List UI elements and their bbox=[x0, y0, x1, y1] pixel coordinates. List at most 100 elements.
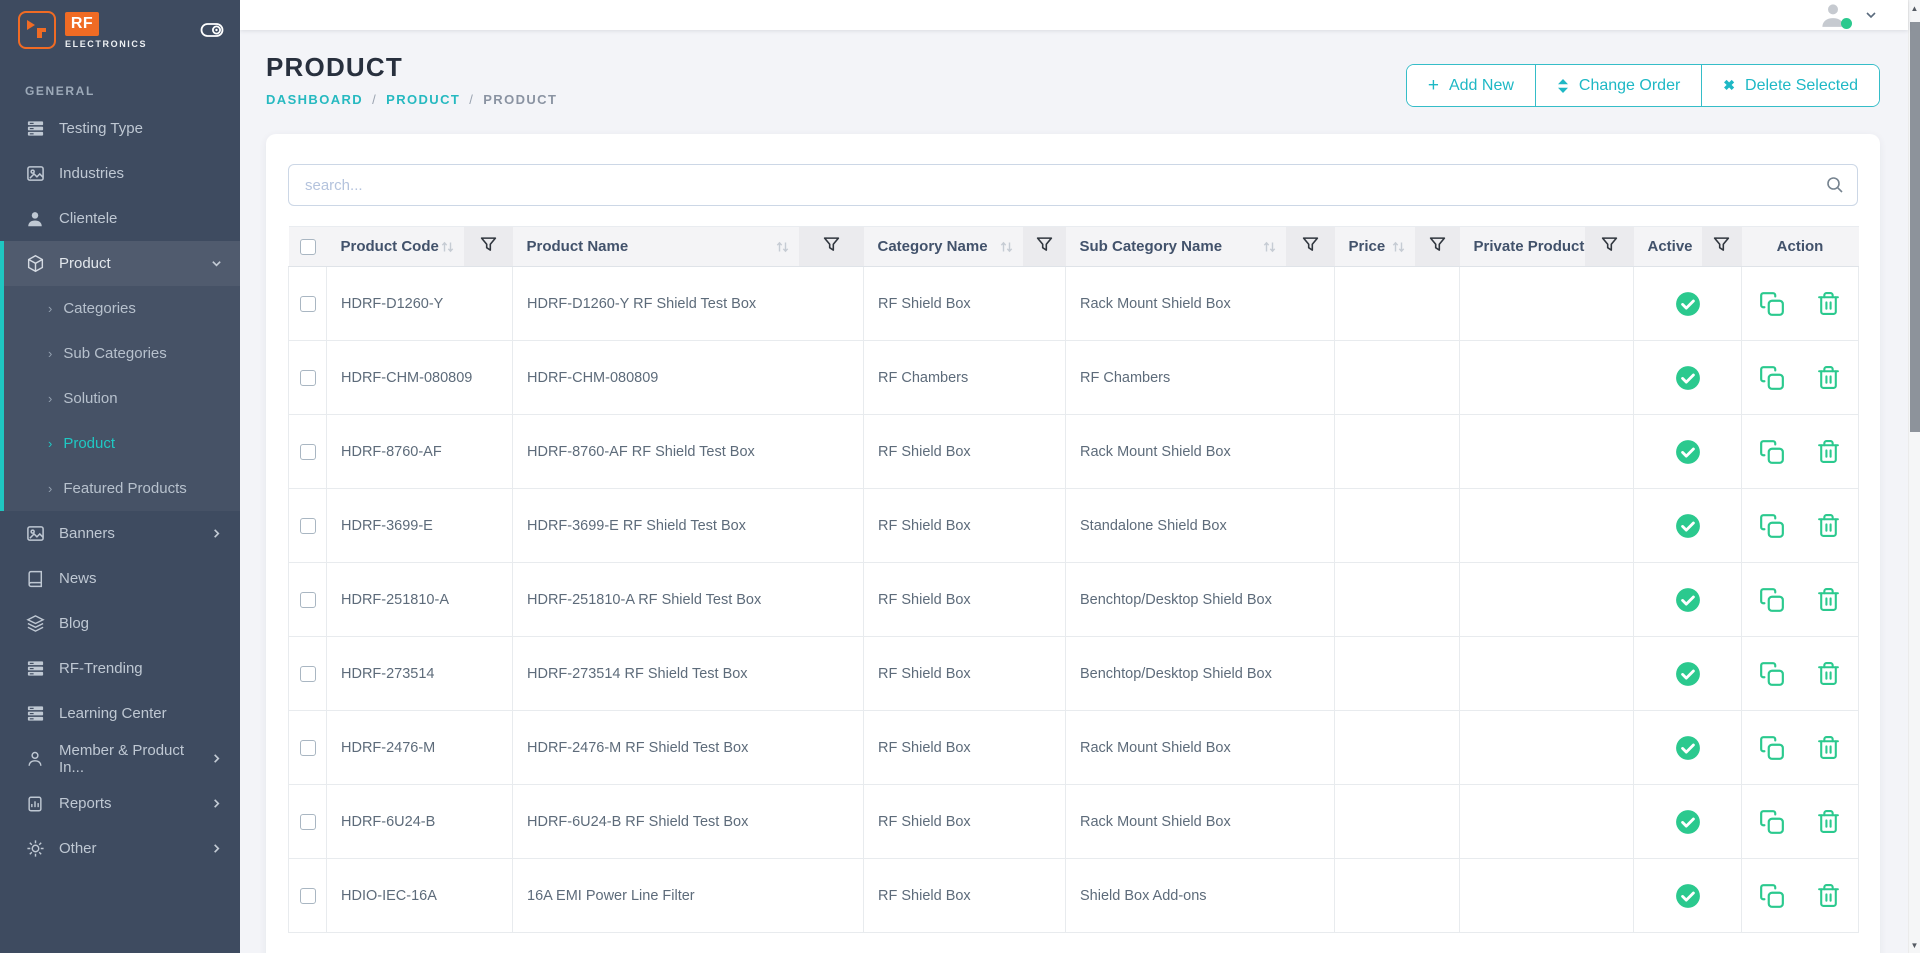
sidebar-item-blog[interactable]: Blog bbox=[0, 601, 240, 646]
filter-sub-category-name[interactable] bbox=[1286, 227, 1335, 267]
row-checkbox[interactable] bbox=[300, 592, 316, 608]
header-product-code[interactable]: Product Code bbox=[327, 227, 464, 267]
duplicate-button[interactable] bbox=[1759, 809, 1785, 835]
delete-button[interactable] bbox=[1816, 587, 1841, 612]
cell-price bbox=[1335, 785, 1460, 859]
breadcrumb-dashboard[interactable]: DASHBOARD bbox=[266, 92, 363, 107]
delete-button[interactable] bbox=[1816, 661, 1841, 686]
page-title: PRODUCT bbox=[266, 52, 557, 83]
user-menu-chevron-icon[interactable] bbox=[1864, 8, 1878, 22]
header-private-product[interactable]: Private Product bbox=[1460, 227, 1585, 267]
duplicate-button[interactable] bbox=[1759, 513, 1785, 539]
sidebar-subitem-product[interactable]: › Product bbox=[4, 421, 240, 466]
filter-category-name[interactable] bbox=[1023, 227, 1066, 267]
row-checkbox[interactable] bbox=[300, 666, 316, 682]
sort-icon[interactable] bbox=[441, 240, 464, 254]
active-check-icon[interactable] bbox=[1675, 513, 1701, 539]
delete-button[interactable] bbox=[1816, 365, 1841, 390]
header-category-name[interactable]: Category Name bbox=[864, 227, 1023, 267]
delete-button[interactable] bbox=[1816, 883, 1841, 908]
sidebar-item-industries[interactable]: Industries bbox=[0, 151, 240, 196]
active-check-icon[interactable] bbox=[1675, 439, 1701, 465]
sidebar-item-news[interactable]: News bbox=[0, 556, 240, 601]
cell-product-name: HDRF-D1260-Y RF Shield Test Box bbox=[513, 267, 864, 341]
sidebar-subitem-solution[interactable]: › Solution bbox=[4, 376, 240, 421]
cell-action bbox=[1742, 415, 1859, 489]
add-new-button[interactable]: + Add New bbox=[1407, 65, 1535, 106]
filter-price[interactable] bbox=[1415, 227, 1460, 267]
sidebar-item-clientele[interactable]: Clientele bbox=[0, 196, 240, 241]
header-product-name[interactable]: Product Name bbox=[513, 227, 799, 267]
cell-private-product bbox=[1460, 859, 1634, 933]
sidebar-item-banners[interactable]: Banners bbox=[0, 511, 240, 556]
scrollbar-thumb[interactable] bbox=[1910, 22, 1920, 432]
sidebar-item-product[interactable]: Product bbox=[4, 241, 240, 286]
active-check-icon[interactable] bbox=[1675, 587, 1701, 613]
sidebar-item-label: News bbox=[59, 570, 97, 587]
filter-active[interactable] bbox=[1702, 227, 1742, 267]
row-checkbox[interactable] bbox=[300, 888, 316, 904]
header-sub-category-name[interactable]: Sub Category Name bbox=[1066, 227, 1286, 267]
sidebar-item-learning-center[interactable]: Learning Center bbox=[0, 691, 240, 736]
active-check-icon[interactable] bbox=[1675, 809, 1701, 835]
active-check-icon[interactable] bbox=[1675, 735, 1701, 761]
sidebar-item-other[interactable]: Other bbox=[0, 826, 240, 871]
header-price[interactable]: Price bbox=[1335, 227, 1415, 267]
active-check-icon[interactable] bbox=[1675, 365, 1701, 391]
row-checkbox[interactable] bbox=[300, 814, 316, 830]
row-checkbox[interactable] bbox=[300, 740, 316, 756]
active-check-icon[interactable] bbox=[1675, 883, 1701, 909]
row-checkbox[interactable] bbox=[300, 444, 316, 460]
filter-product-code[interactable] bbox=[464, 227, 513, 267]
search-icon[interactable] bbox=[1826, 176, 1844, 199]
row-checkbox-cell bbox=[289, 415, 327, 489]
search-input[interactable] bbox=[288, 164, 1858, 206]
delete-button[interactable] bbox=[1816, 735, 1841, 760]
duplicate-button[interactable] bbox=[1759, 735, 1785, 761]
delete-selected-button[interactable]: ✖ Delete Selected bbox=[1701, 65, 1879, 106]
duplicate-button[interactable] bbox=[1759, 291, 1785, 317]
sidebar-toggle-icon[interactable] bbox=[200, 18, 224, 42]
scrollbar[interactable]: ▲ ▼ bbox=[1908, 0, 1920, 953]
change-order-button[interactable]: Change Order bbox=[1535, 65, 1701, 106]
sort-icon[interactable] bbox=[1000, 240, 1023, 254]
cell-product-name: HDRF-6U24-B RF Shield Test Box bbox=[513, 785, 864, 859]
row-checkbox[interactable] bbox=[300, 518, 316, 534]
duplicate-button[interactable] bbox=[1759, 883, 1785, 909]
duplicate-button[interactable] bbox=[1759, 365, 1785, 391]
brand-logo-icon[interactable] bbox=[18, 11, 56, 49]
delete-button[interactable] bbox=[1816, 291, 1841, 316]
row-checkbox[interactable] bbox=[300, 370, 316, 386]
cell-category-name: RF Shield Box bbox=[864, 563, 1066, 637]
delete-button[interactable] bbox=[1816, 513, 1841, 538]
sort-icon[interactable] bbox=[776, 240, 799, 254]
duplicate-button[interactable] bbox=[1759, 587, 1785, 613]
row-checkbox[interactable] bbox=[300, 296, 316, 312]
sidebar-item-rf-trending[interactable]: RF-Trending bbox=[0, 646, 240, 691]
user-avatar[interactable] bbox=[1818, 0, 1848, 30]
cell-product-name: HDRF-273514 RF Shield Test Box bbox=[513, 637, 864, 711]
cell-product-name: HDRF-2476-M RF Shield Test Box bbox=[513, 711, 864, 785]
filter-private-product[interactable] bbox=[1585, 227, 1634, 267]
duplicate-button[interactable] bbox=[1759, 661, 1785, 687]
cell-category-name: RF Shield Box bbox=[864, 637, 1066, 711]
scrollbar-down-arrow[interactable]: ▼ bbox=[1909, 937, 1920, 953]
sidebar-subitem-featured-products[interactable]: › Featured Products bbox=[4, 466, 240, 511]
active-check-icon[interactable] bbox=[1675, 661, 1701, 687]
breadcrumb-product[interactable]: PRODUCT bbox=[386, 92, 460, 107]
delete-button[interactable] bbox=[1816, 809, 1841, 834]
duplicate-button[interactable] bbox=[1759, 439, 1785, 465]
sidebar-item-reports[interactable]: Reports bbox=[0, 781, 240, 826]
active-check-icon[interactable] bbox=[1675, 291, 1701, 317]
sidebar-item-testing-type[interactable]: Testing Type bbox=[0, 106, 240, 151]
delete-button[interactable] bbox=[1816, 439, 1841, 464]
sort-icon[interactable] bbox=[1263, 240, 1286, 254]
sidebar-item-member-product[interactable]: Member & Product In... bbox=[0, 736, 240, 781]
header-active[interactable]: Active bbox=[1634, 227, 1702, 267]
sidebar-subitem-categories[interactable]: › Categories bbox=[4, 286, 240, 331]
scrollbar-up-arrow[interactable]: ▲ bbox=[1909, 0, 1920, 16]
sidebar-subitem-sub-categories[interactable]: › Sub Categories bbox=[4, 331, 240, 376]
filter-product-name[interactable] bbox=[799, 227, 864, 267]
sort-icon[interactable] bbox=[1392, 240, 1415, 254]
select-all-checkbox[interactable] bbox=[300, 239, 316, 255]
